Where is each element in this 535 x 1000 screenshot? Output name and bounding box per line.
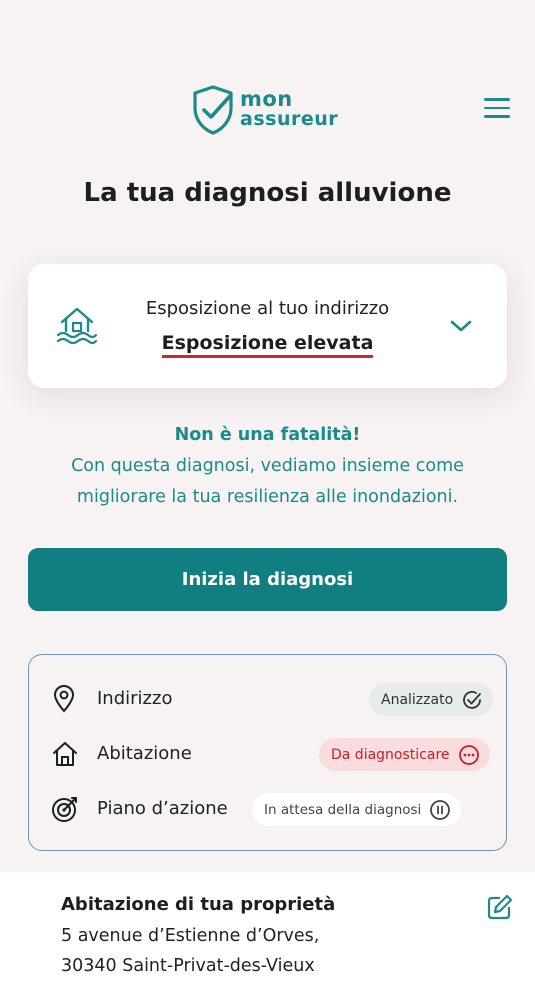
edit-icon[interactable]	[486, 893, 514, 921]
step-action-plan: Piano d’azione In attesa della diagnosi	[29, 789, 506, 829]
header: mon assureur	[0, 0, 535, 150]
chevron-down-icon[interactable]	[449, 318, 473, 334]
location-pin-icon	[53, 685, 75, 713]
exposure-value: Esposizione elevata	[161, 332, 374, 358]
exposure-card[interactable]: Esposizione al tuo indirizzo Esposizione…	[28, 264, 507, 388]
exposure-label: Esposizione al tuo indirizzo	[145, 298, 390, 319]
pause-circle-icon	[430, 799, 451, 820]
shield-check-icon	[193, 85, 233, 135]
message-line-2: migliorare la tua resilienza alle inonda…	[76, 487, 459, 507]
more-circle-icon	[458, 744, 479, 765]
step-home: Abitazione Da diagnosticare	[29, 734, 506, 774]
status-badge: In attesa della diagnosi	[252, 793, 462, 826]
brand-logo[interactable]: mon assureur	[190, 84, 338, 136]
logo-line-2: assureur	[240, 108, 339, 130]
diagnosis-steps-card: Indirizzo Analizzato Abitazione Da diagn…	[28, 654, 507, 851]
step-address: Indirizzo Analizzato	[29, 679, 506, 719]
house-icon	[53, 742, 77, 766]
message-headline: Non è una fatalità!	[174, 425, 361, 445]
step-label: Piano d’azione	[97, 798, 228, 819]
target-icon	[52, 797, 77, 822]
address-line-2: 30340 Saint-Privat-des-Vieux	[61, 956, 315, 976]
status-badge[interactable]: Da diagnosticare	[319, 738, 490, 771]
address-line-1: 5 avenue d’Estienne d’Orves,	[61, 926, 320, 946]
page-title: La tua diagnosi alluvione	[83, 178, 452, 208]
start-diagnosis-button[interactable]: Inizia la diagnosi	[28, 548, 507, 611]
resilience-message: Non è una fatalità! Con questa diagnosi,…	[20, 420, 515, 513]
hamburger-menu-icon[interactable]	[484, 98, 510, 120]
step-label: Indirizzo	[97, 688, 173, 709]
property-title: Abitazione di tua proprietà	[61, 894, 336, 915]
property-section: Abitazione di tua proprietà 5 avenue d’E…	[0, 872, 535, 1000]
status-badge: Analizzato	[369, 683, 494, 716]
status-text: In attesa della diagnosi	[264, 801, 422, 818]
check-circle-icon	[463, 690, 482, 709]
step-label: Abitazione	[97, 743, 192, 764]
status-text: Analizzato	[381, 691, 454, 708]
logo-line-1: mon	[240, 87, 293, 111]
status-text: Da diagnosticare	[331, 746, 450, 763]
message-line-1: Con questa diagnosi, vediamo insieme com…	[71, 456, 464, 476]
